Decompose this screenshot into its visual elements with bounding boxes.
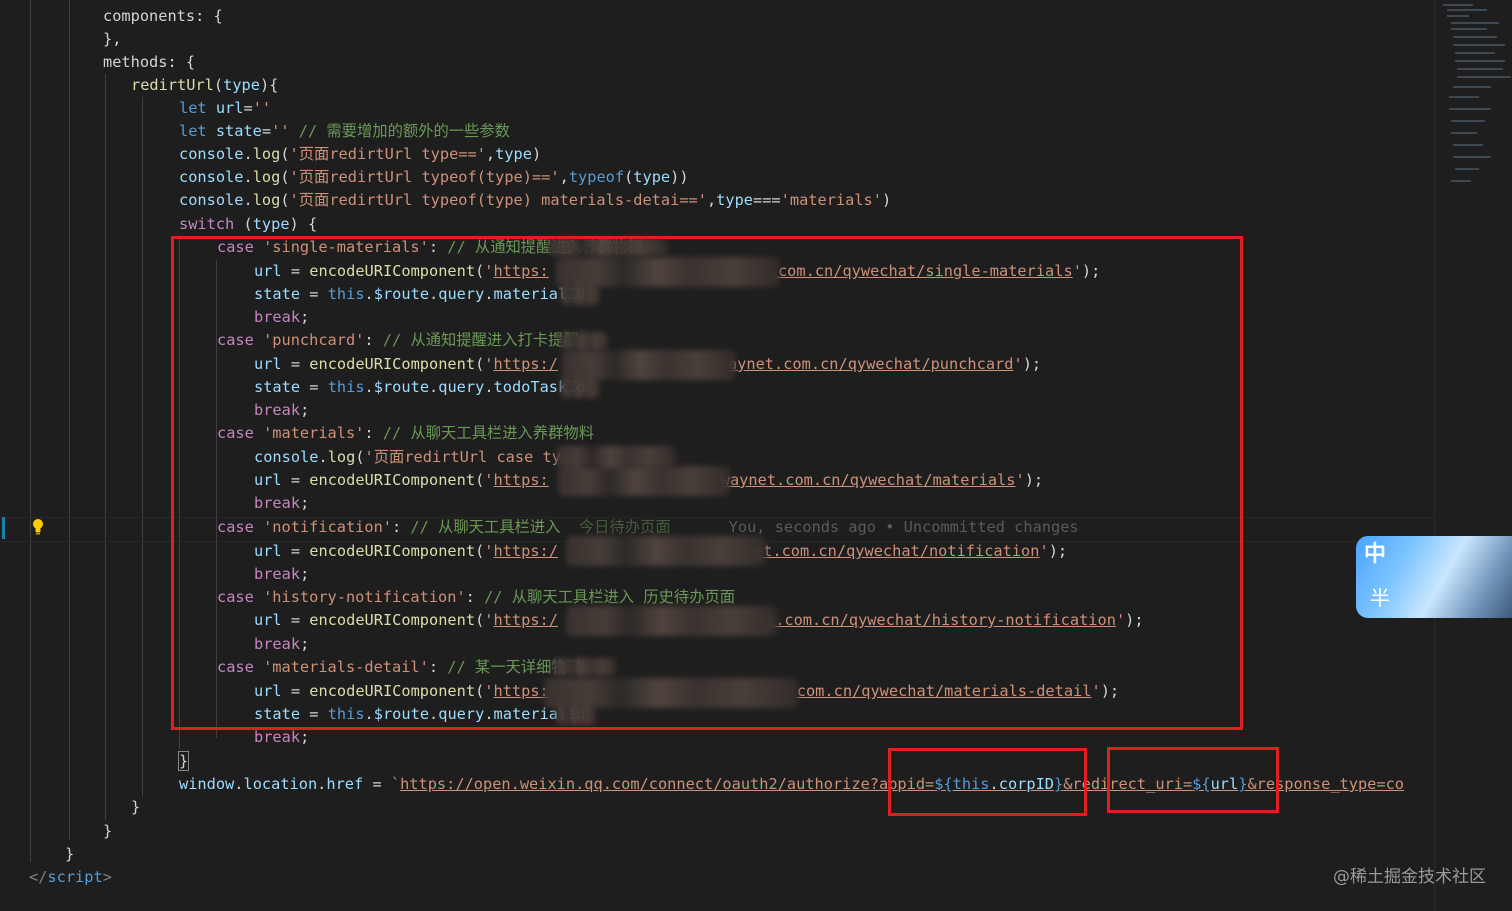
- indent-guide: [69, 0, 70, 840]
- code-line-38: </script>: [29, 868, 112, 886]
- code-line-4: redirtUrl(type){: [131, 76, 279, 94]
- ime-indicator-icon[interactable]: 中 半: [1356, 536, 1512, 618]
- code-line-10: switch (type) {: [179, 215, 318, 233]
- code-line-5: let url='': [179, 99, 272, 117]
- code-line-37: }: [65, 845, 75, 863]
- minimap[interactable]: [1434, 0, 1512, 911]
- code-line-1: components: {: [103, 7, 223, 25]
- code-line-9: console.log('页面redirtUrl typeof(type) ma…: [179, 191, 892, 209]
- appid-highlight-box: [888, 748, 1087, 816]
- ime-width-label: 半: [1370, 586, 1390, 610]
- code-line-8: console.log('页面redirtUrl typeof(type)=='…: [179, 168, 689, 186]
- indent-guide: [30, 0, 31, 862]
- switch-cases-highlight-box: [171, 236, 1243, 730]
- code-line-36: }: [103, 822, 113, 840]
- code-line-2: },: [103, 30, 122, 48]
- code-editor[interactable]: components: { }, methods: { redirtUrl(ty…: [0, 0, 1434, 911]
- code-line-7: console.log('页面redirtUrl type==',type): [179, 145, 542, 163]
- redirect-uri-highlight-box: [1107, 747, 1279, 813]
- code-line-3: methods: {: [103, 53, 196, 71]
- indent-guide: [142, 97, 143, 797]
- code-line-33: }: [177, 751, 190, 771]
- watermark: @稀土掘金技术社区: [1333, 867, 1486, 887]
- ime-language-label: 中: [1364, 542, 1387, 567]
- lightbulb-icon[interactable]: [31, 518, 45, 536]
- git-change-marker: [2, 517, 5, 539]
- code-line-35: }: [131, 798, 141, 816]
- code-line-6: let state='' // 需要增加的额外的一些参数: [179, 122, 510, 140]
- indent-guide: [105, 74, 106, 820]
